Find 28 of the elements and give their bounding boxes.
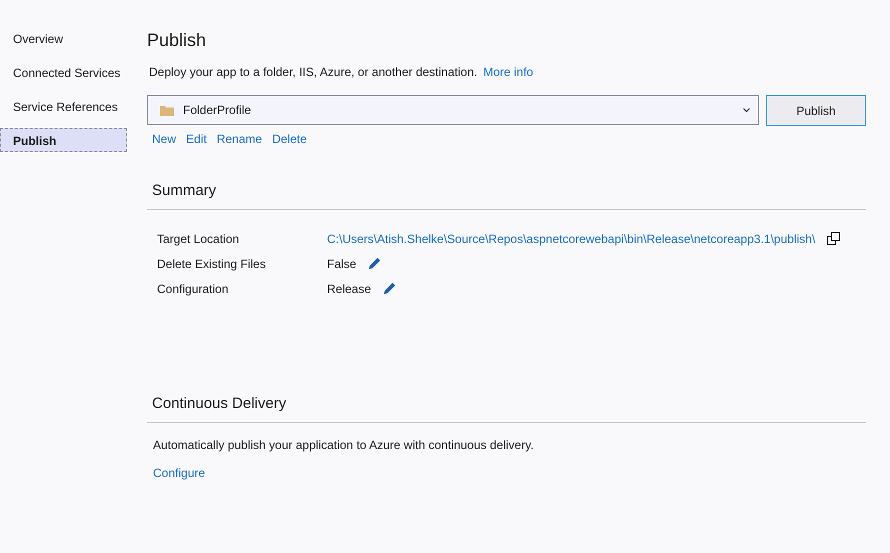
section-heading: Summary bbox=[147, 182, 866, 210]
profile-dropdown[interactable]: FolderProfile bbox=[147, 95, 759, 125]
sidebar-item[interactable]: Publish bbox=[0, 128, 127, 152]
more-info-link[interactable]: More info bbox=[483, 65, 534, 79]
page-title: Publish bbox=[147, 30, 208, 51]
profile-action-link[interactable]: Edit bbox=[186, 132, 207, 146]
profile-action-link[interactable]: Delete bbox=[272, 132, 307, 146]
property-label: Target Location bbox=[157, 232, 240, 246]
folder-icon bbox=[160, 104, 174, 116]
profile-action-link[interactable]: New bbox=[152, 132, 176, 146]
publish-button[interactable]: Publish bbox=[766, 95, 866, 126]
property-label: Configuration bbox=[157, 282, 230, 296]
edit-icon[interactable] bbox=[383, 282, 396, 295]
section-heading: Continuous Delivery bbox=[147, 395, 866, 423]
property-value: False bbox=[327, 256, 356, 270]
description-text: Automatically publish your application to Azure with continuous delivery. bbox=[153, 438, 535, 452]
profile-action-link[interactable]: Rename bbox=[216, 132, 262, 146]
property-label: Delete Existing Files bbox=[157, 256, 267, 270]
caret-icon bbox=[743, 108, 750, 112]
target-location-link[interactable]: C:\Users\Atish.Shelke\Source\Repos\aspnetcorewebapi\bin\Release\netcoreapp3.1\publish\ bbox=[327, 232, 816, 246]
sidebar-item[interactable]: Service References bbox=[0, 94, 127, 118]
edit-icon[interactable] bbox=[368, 257, 382, 270]
property-value: Release bbox=[327, 282, 372, 296]
sidebar-item[interactable]: Overview bbox=[0, 26, 127, 50]
configure-link[interactable]: Configure bbox=[153, 466, 206, 480]
description-text: Deploy your app to a folder, IIS, Azure, or another destination. bbox=[149, 65, 478, 79]
copy-icon[interactable] bbox=[827, 232, 840, 245]
sidebar-item[interactable]: Connected Services bbox=[0, 60, 127, 84]
